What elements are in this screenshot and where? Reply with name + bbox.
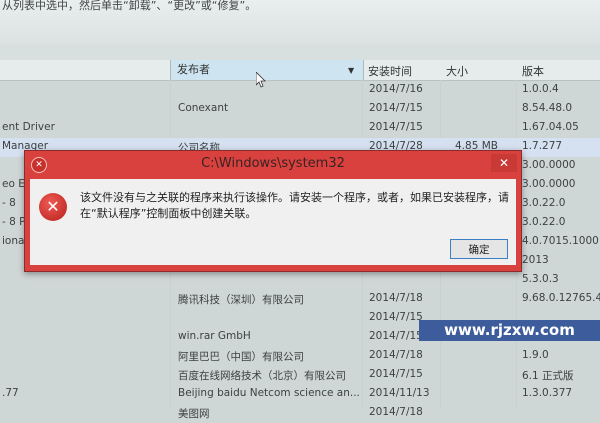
error-icon: ✕ xyxy=(39,193,67,221)
cell-name: .77 xyxy=(2,387,19,399)
cell-date: 2014/7/18 xyxy=(369,349,423,361)
cell-version: 1.3.0.377 xyxy=(522,387,573,399)
table-row[interactable]: Conexant 2014/7/15 8.54.48.0 xyxy=(0,100,600,119)
cell-name: ent Driver xyxy=(2,121,55,133)
cell-version: 3.00.0000 xyxy=(522,159,576,171)
cell-date: 2014/11/13 xyxy=(369,387,430,399)
instruction-text: 从列表中选中，然后单击“卸载”、“更改”或“修复”。 xyxy=(2,0,257,12)
cell-version: 3.0.22.0 xyxy=(522,197,566,209)
cell-version: 1.67.04.05 xyxy=(522,121,579,133)
close-button[interactable]: ✕ xyxy=(491,154,517,172)
cell-date: 2014/7/15 xyxy=(369,330,423,342)
column-size[interactable]: 大小 xyxy=(446,63,468,79)
close-icon: ✕ xyxy=(498,156,510,170)
table-row[interactable]: ent Driver 2014/7/15 1.67.04.05 xyxy=(0,119,600,138)
toolbar xyxy=(0,44,600,60)
cell-publisher: Beijing baidu Netcom science an... xyxy=(178,387,360,399)
cell-publisher: 腾讯科技（深圳）有限公司 xyxy=(178,294,304,306)
table-row[interactable]: 5.3.0.3 xyxy=(0,271,600,290)
table-row[interactable]: 美图网 2014/7/18 xyxy=(0,404,600,423)
cell-version: 6.1 正式版 xyxy=(522,370,574,382)
cell-publisher: 阿里巴巴（中国）有限公司 xyxy=(178,351,304,363)
cell-publisher: 百度在线网络技术（北京）有限公司 xyxy=(178,370,346,382)
cell-publisher: win.rar GmbH xyxy=(178,330,251,342)
column-version[interactable]: 版本 xyxy=(522,63,544,79)
cell-version: 9.68.0.12765.48 xyxy=(522,292,600,304)
cell-version: 1.0.0.4 xyxy=(522,83,559,95)
error-message: 该文件没有与之关联的程序来执行该操作。请安装一个程序，或者，如果已安装程序，请在… xyxy=(80,191,509,220)
cell-date: 2014/7/15 xyxy=(369,311,423,323)
cell-version: 5.3.0.3 xyxy=(522,273,559,285)
cell-publisher: Conexant xyxy=(178,102,229,114)
cell-date: 2014/7/15 xyxy=(369,368,423,380)
table-row[interactable]: 百度在线网络技术（北京）有限公司 2014/7/15 6.1 正式版 xyxy=(0,366,600,385)
column-install-date[interactable]: 安装时间 xyxy=(368,63,412,79)
column-publisher[interactable]: 发布者 xyxy=(170,60,364,80)
cell-version: 3.0.22.0 xyxy=(522,216,566,228)
cell-date: 2014/7/18 xyxy=(369,292,423,304)
cell-version: 2013 xyxy=(522,254,549,266)
mouse-cursor-icon xyxy=(256,72,266,88)
table-row[interactable]: 2014/7/16 1.0.0.4 xyxy=(0,81,600,100)
list-header: 发布者 ▼ 安装时间 大小 版本 xyxy=(0,60,600,81)
column-publisher-label: 发布者 xyxy=(177,63,210,76)
cell-version: 8.54.48.0 xyxy=(522,102,573,114)
cell-name: - 8 xyxy=(2,197,16,209)
dialog-body: ✕ 该文件没有与之关联的程序来执行该操作。请安装一个程序，或者，如果已安装程序，… xyxy=(30,179,516,265)
cell-version: 3.00.0000 xyxy=(522,178,576,190)
cell-version: 1.9.0 xyxy=(522,349,549,361)
cell-version: 1.7.277 xyxy=(522,140,563,152)
table-row[interactable]: 阿里巴巴（中国）有限公司 2014/7/18 1.9.0 xyxy=(0,347,600,366)
sort-arrow-icon[interactable]: ▼ xyxy=(348,66,354,75)
cell-publisher: 美图网 xyxy=(178,408,210,420)
cell-name: - 8 P xyxy=(2,216,26,228)
table-row[interactable]: .77 Beijing baidu Netcom science an... 201… xyxy=(0,385,600,404)
ok-button[interactable]: 确定 xyxy=(450,239,508,259)
dialog-title: C:\Windows\system32 xyxy=(201,156,345,171)
error-dialog: ✕ C:\Windows\system32 ✕ ✕ 该文件没有与之关联的程序来执… xyxy=(24,150,522,272)
cell-name: eo E xyxy=(2,178,25,190)
watermark: www.rjzxw.com xyxy=(419,320,600,341)
table-row[interactable]: 腾讯科技（深圳）有限公司 2014/7/18 9.68.0.12765.48 xyxy=(0,290,600,309)
cell-date: 2014/7/16 xyxy=(369,83,423,95)
cell-version: 4.0.7015.1000 xyxy=(522,235,599,247)
cell-date: 2014/7/15 xyxy=(369,121,423,133)
cell-date: 2014/7/15 xyxy=(369,102,423,114)
